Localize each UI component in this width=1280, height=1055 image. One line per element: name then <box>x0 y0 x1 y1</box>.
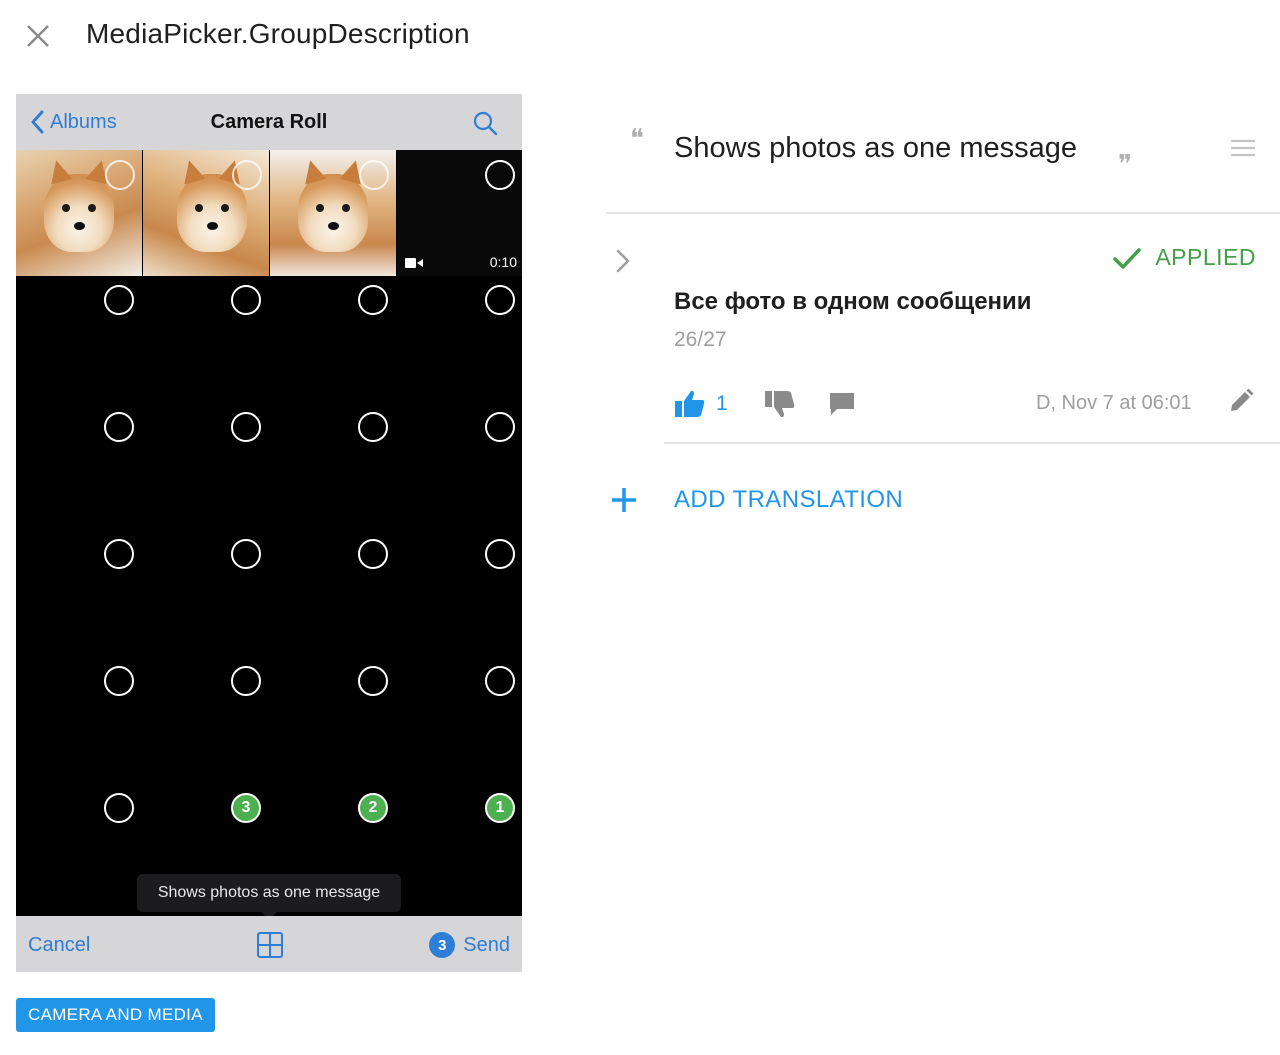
close-icon[interactable] <box>22 20 54 52</box>
comment-icon[interactable] <box>828 390 856 418</box>
photo-thumbnail[interactable] <box>16 150 142 276</box>
select-circle[interactable] <box>358 412 388 442</box>
context-tag-button[interactable]: CAMERA AND MEDIA <box>16 998 215 1032</box>
select-circle[interactable] <box>104 412 134 442</box>
source-text: Shows photos as one message <box>674 132 1078 164</box>
doge-photo <box>44 157 114 252</box>
pencil-icon[interactable] <box>1228 388 1254 414</box>
select-circle[interactable] <box>485 285 515 315</box>
screenshot-image: Albums Camera Roll 0:10 3 2 1 Shows phot… <box>16 94 522 972</box>
photo-thumbnail[interactable] <box>16 277 142 403</box>
select-circle[interactable] <box>231 666 261 696</box>
select-circle[interactable] <box>232 160 262 190</box>
selection-order-badge[interactable]: 2 <box>358 793 388 823</box>
select-circle[interactable] <box>104 666 134 696</box>
translation-meta: D, Nov 7 at 06:01 <box>1036 392 1192 414</box>
photo-thumbnail[interactable] <box>16 404 142 530</box>
video-camera-icon <box>405 258 423 268</box>
add-translation-label: ADD TRANSLATION <box>674 486 904 513</box>
divider <box>664 442 1280 444</box>
select-circle[interactable] <box>358 285 388 315</box>
photo-thumbnail[interactable] <box>397 404 522 530</box>
select-circle[interactable] <box>485 666 515 696</box>
camera-roll-title: Camera Roll <box>210 111 328 133</box>
photo-thumbnail[interactable] <box>397 277 522 403</box>
check-icon <box>1113 247 1142 269</box>
selection-order-badge[interactable]: 1 <box>485 793 515 823</box>
select-circle[interactable] <box>485 412 515 442</box>
send-button[interactable]: 3 Send <box>429 932 510 958</box>
photo-thumbnail[interactable] <box>16 531 142 657</box>
select-circle[interactable] <box>104 285 134 315</box>
translation-text: Все фото в одном сообщении <box>674 288 1032 315</box>
video-duration: 0:10 <box>489 254 517 270</box>
photo-thumbnail[interactable] <box>270 150 396 276</box>
select-circle[interactable] <box>358 539 388 569</box>
photo-thumbnail[interactable] <box>397 531 522 657</box>
select-circle[interactable] <box>358 666 388 696</box>
select-circle[interactable] <box>359 160 389 190</box>
close-quote-icon: ❞ <box>1118 150 1132 180</box>
select-circle[interactable] <box>105 160 135 190</box>
video-thumbnail[interactable]: 0:10 <box>397 150 522 276</box>
doge-photo <box>298 157 368 252</box>
open-quote-icon: ❝ <box>630 124 644 154</box>
send-label: Send <box>463 933 510 956</box>
photo-picker-bottom-bar: Cancel 3 Send <box>16 916 522 972</box>
photo-thumbnail[interactable] <box>270 658 396 784</box>
translation-actions: 1 <box>674 386 856 422</box>
photo-picker-nav-bar: Albums Camera Roll <box>16 94 522 150</box>
photo-thumbnail[interactable] <box>16 658 142 784</box>
send-count-badge: 3 <box>429 932 456 958</box>
applied-label: APPLIED <box>1155 244 1256 270</box>
photo-thumbnail[interactable] <box>143 531 269 657</box>
photo-thumbnail[interactable] <box>270 404 396 530</box>
photo-thumbnail[interactable] <box>16 785 142 911</box>
add-translation-button[interactable]: ADD TRANSLATION <box>606 482 903 518</box>
select-circle[interactable] <box>231 285 261 315</box>
source-string-block: ❝ Shows photos as one message ❞ <box>606 94 1280 214</box>
select-circle[interactable] <box>104 539 134 569</box>
photo-thumbnail[interactable] <box>270 277 396 403</box>
selection-order-badge[interactable]: 3 <box>231 793 261 823</box>
character-count: 26/27 <box>674 328 727 351</box>
top-bar: MediaPicker.GroupDescription <box>0 0 1280 72</box>
applied-status: APPLIED <box>1113 244 1256 271</box>
group-grid-icon[interactable] <box>256 931 284 959</box>
select-circle[interactable] <box>485 160 515 190</box>
chevron-right-icon[interactable] <box>612 246 634 276</box>
plus-icon <box>612 488 636 512</box>
translation-item: APPLIED Все фото в одном сообщении 26/27… <box>606 214 1280 446</box>
photo-thumbnail[interactable] <box>397 658 522 784</box>
cancel-button[interactable]: Cancel <box>28 934 90 957</box>
page-title: MediaPicker.GroupDescription <box>86 18 470 49</box>
select-circle[interactable] <box>231 539 261 569</box>
photo-grid: 0:10 3 2 1 <box>16 150 522 918</box>
photo-thumbnail[interactable] <box>270 531 396 657</box>
group-tooltip: Shows photos as one message <box>137 874 401 920</box>
photo-thumbnail[interactable] <box>143 404 269 530</box>
upvote-count: 1 <box>716 392 728 415</box>
select-circle[interactable] <box>485 539 515 569</box>
thumbs-down-icon[interactable] <box>764 389 796 419</box>
select-circle[interactable] <box>231 412 261 442</box>
search-icon[interactable] <box>472 110 498 136</box>
photo-thumbnail[interactable] <box>143 277 269 403</box>
menu-icon[interactable] <box>1230 138 1256 158</box>
select-circle[interactable] <box>104 793 134 823</box>
photo-thumbnail[interactable]: 1 <box>397 785 522 911</box>
thumbs-up-icon[interactable] <box>674 389 706 419</box>
photo-thumbnail[interactable] <box>143 150 269 276</box>
photo-thumbnail[interactable] <box>143 658 269 784</box>
